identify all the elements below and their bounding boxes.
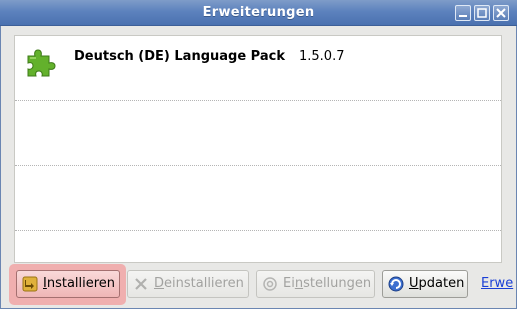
x-icon [135,278,147,290]
minimize-icon [459,15,467,17]
extension-name: Deutsch (DE) Language Pack [74,49,285,64]
gear-icon [263,277,277,291]
install-arrow-icon [22,276,38,292]
update-button-label: pdaten [418,276,465,291]
minimize-button[interactable] [455,5,471,21]
puzzle-piece-icon [27,49,56,77]
extension-row-empty [15,166,501,231]
uninstall-button-label: einstallieren [164,276,244,291]
title-bar[interactable]: Erweiterungen [0,0,517,26]
maximize-icon [477,8,487,18]
maximize-button[interactable] [474,5,490,21]
get-more-extensions-link[interactable]: Erwe [481,276,517,291]
update-button-mnemonic: U [409,276,419,291]
install-button[interactable]: Installieren [16,270,120,298]
install-button-label: nstallieren [46,276,116,291]
close-icon [496,8,506,18]
uninstall-button[interactable]: Deinstallieren [127,270,249,298]
settings-button[interactable]: Einstellungen [256,270,375,298]
window-title: Erweiterungen [202,5,315,20]
extension-version: 1.5.0.7 [299,49,345,64]
uninstall-button-mnemonic: D [154,276,165,291]
update-button[interactable]: Updaten [382,270,468,298]
close-button[interactable] [493,5,509,21]
settings-button-mnemonic: n [294,276,304,291]
settings-button-label: stellungen [303,276,372,291]
settings-button-prefix: Ei [283,276,295,291]
extension-list[interactable]: Deutsch (DE) Language Pack 1.5.0.7 [14,35,502,263]
extension-row-empty [15,101,501,166]
extension-row[interactable]: Deutsch (DE) Language Pack 1.5.0.7 [15,36,501,101]
update-globe-icon [388,276,404,292]
